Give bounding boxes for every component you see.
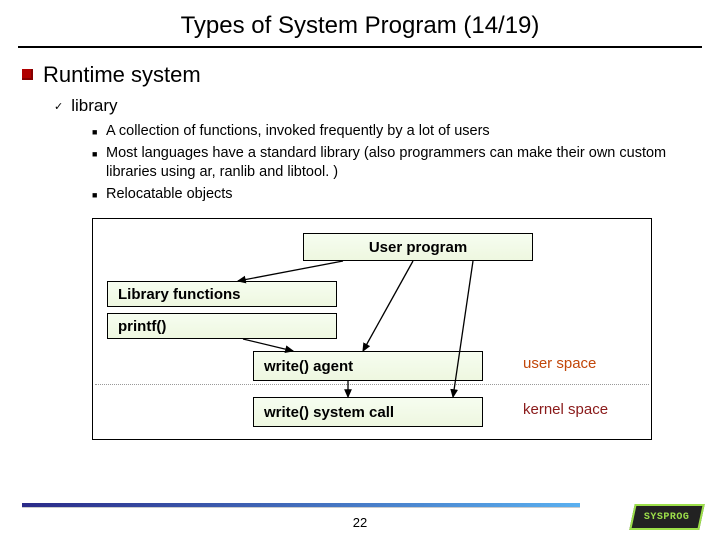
footer-accent-bar <box>22 503 580 507</box>
bullet-level1: Runtime system <box>22 62 698 88</box>
box-write-agent: write() agent <box>253 351 483 381</box>
space-divider-line <box>95 384 649 385</box>
box-library-functions: Library functions <box>107 281 337 307</box>
content-area: Runtime system ✓ library A collection of… <box>0 62 720 440</box>
title-underline <box>18 46 702 48</box>
diagram-container: User program Library functions printf() … <box>92 218 652 440</box>
lvl1-text: Runtime system <box>43 62 201 88</box>
bullet-level2: ✓ library <box>54 96 698 116</box>
lvl3-item: A collection of functions, invoked frequ… <box>92 122 698 142</box>
lvl3-item: Most languages have a standard library (… <box>92 144 698 183</box>
lvl2-text: library <box>71 96 117 116</box>
square-bullet-icon <box>22 69 33 80</box>
label-kernel-space: kernel space <box>523 401 608 418</box>
footer: 22 <box>0 515 720 530</box>
slide-title: Types of System Program (14/19) <box>0 0 720 46</box>
box-printf: printf() <box>107 313 337 339</box>
bullet-level3-list: A collection of functions, invoked frequ… <box>92 122 698 204</box>
box-user-program: User program <box>303 233 533 261</box>
logo-text: SYSPROG <box>644 512 690 523</box>
page-number: 22 <box>353 515 367 530</box>
label-user-space: user space <box>523 355 596 372</box>
box-write-syscall: write() system call <box>253 397 483 427</box>
logo-badge: SYSPROG <box>629 504 705 530</box>
check-icon: ✓ <box>54 100 63 113</box>
lvl3-item: Relocatable objects <box>92 185 698 205</box>
